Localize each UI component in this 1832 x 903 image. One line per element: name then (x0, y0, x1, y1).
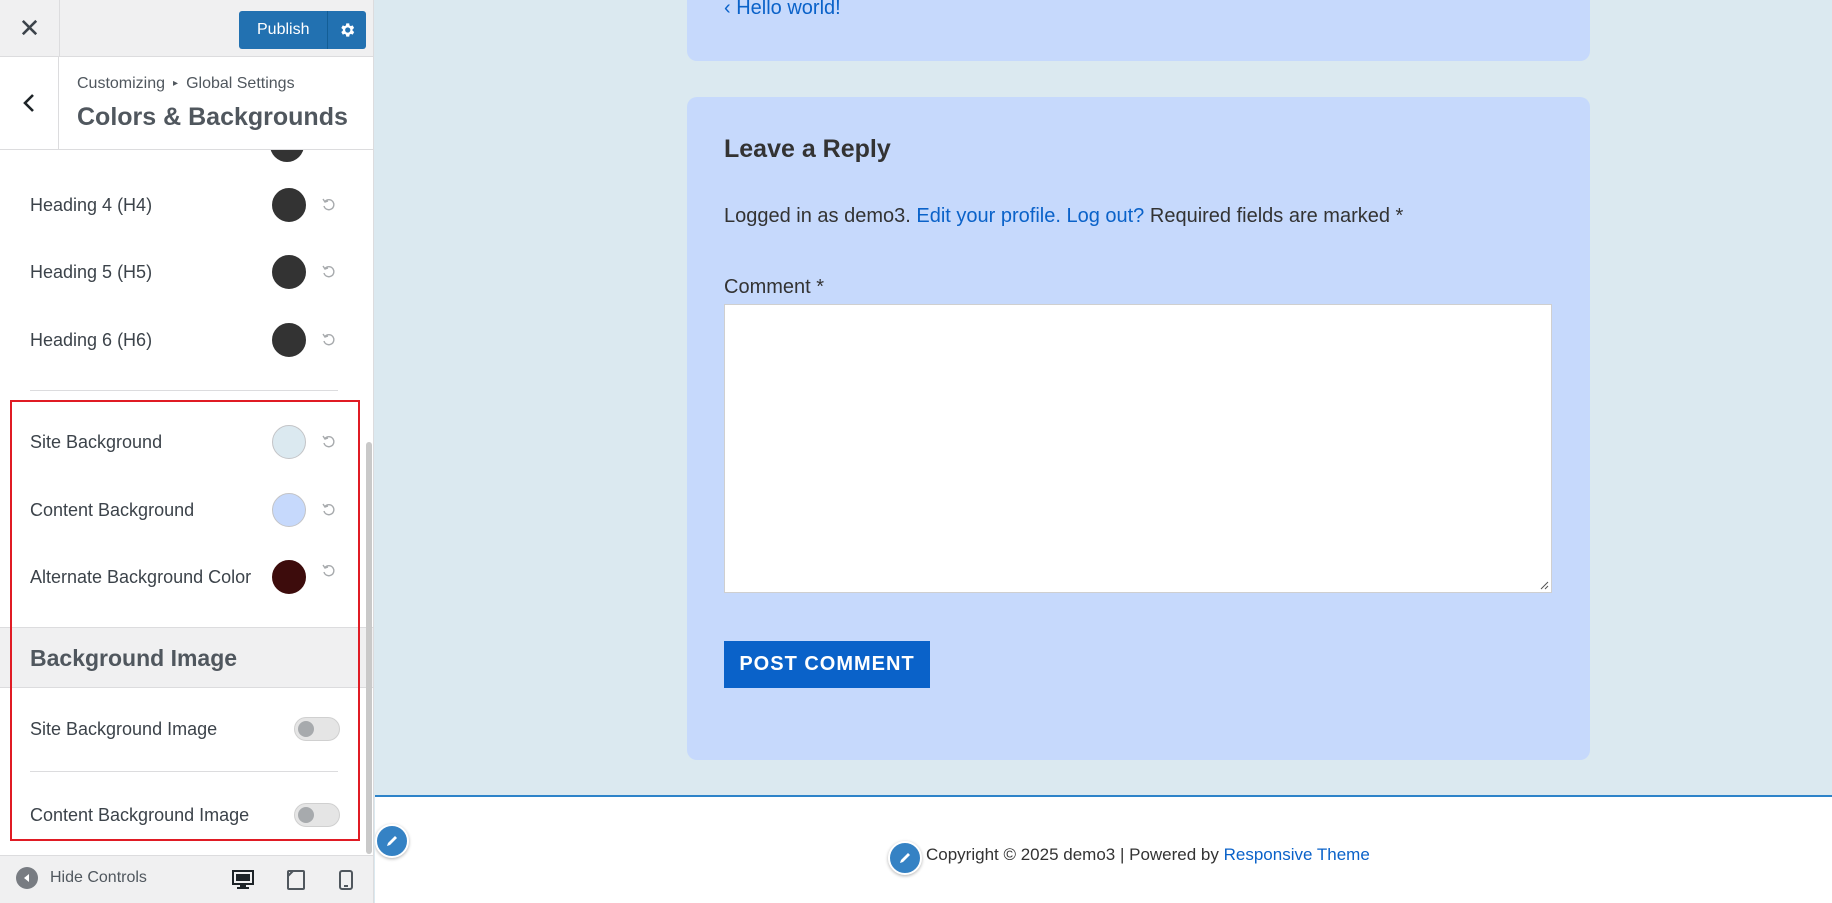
logged-in-note: Logged in as demo3. Edit your profile. L… (724, 205, 1403, 228)
color-swatch[interactable] (272, 255, 306, 289)
breadcrumb-root: Customizing (77, 75, 166, 92)
customizer-footer: Hide Controls (0, 855, 373, 903)
reply-title: Leave a Reply (724, 135, 891, 163)
close-button[interactable]: ✕ (0, 0, 60, 57)
gear-icon (341, 23, 355, 37)
tablet-icon (287, 870, 305, 890)
arrow-left-circle-icon (16, 867, 38, 889)
color-swatch-partial[interactable] (270, 150, 304, 162)
comment-form-card: Leave a Reply Logged in as demo3. Edit y… (687, 97, 1590, 760)
theme-link[interactable]: Responsive Theme (1224, 845, 1370, 864)
color-swatch[interactable] (272, 188, 306, 222)
reset-color-button[interactable] (318, 329, 340, 351)
post-comment-button[interactable]: POST COMMENT (724, 641, 930, 688)
hide-controls-button[interactable]: Hide Controls (16, 867, 147, 889)
comment-textarea[interactable] (724, 304, 1552, 593)
section-title: Colors & Backgrounds (77, 103, 348, 131)
undo-icon (322, 265, 335, 278)
color-row-heading-5: Heading 5 (H5) (30, 252, 340, 292)
resize-grip-icon[interactable] (1539, 580, 1549, 590)
color-label: Heading 5 (H5) (30, 261, 153, 282)
reset-color-button[interactable] (318, 194, 340, 216)
copyright-label: Copyright © 2025 demo3 | Powered by (926, 845, 1219, 864)
desktop-icon (232, 870, 254, 889)
highlight-box (10, 400, 360, 841)
site-preview: ‹ Hello world! Leave a Reply Logged in a… (375, 0, 1832, 903)
edit-shortcut-button[interactable] (375, 824, 409, 858)
back-button[interactable] (0, 57, 59, 149)
desktop-preview-button[interactable] (231, 868, 255, 892)
color-label: Heading 4 (H4) (30, 194, 153, 215)
edit-shortcut-button[interactable] (888, 841, 922, 875)
section-header: Customizing ▸ Global Settings Colors & Bac… (0, 57, 373, 150)
previous-post-link[interactable]: ‹ Hello world! (724, 0, 841, 20)
copyright-text: Copyright © 2025 demo3 | Powered by Resp… (926, 845, 1370, 865)
mobile-preview-button[interactable] (334, 868, 358, 892)
color-row-heading-4: Heading 4 (H4) (30, 185, 340, 225)
logged-in-text: Logged in as demo3. (724, 205, 911, 227)
breadcrumb-parent: Global Settings (186, 75, 295, 92)
tablet-preview-button[interactable] (284, 868, 308, 892)
breadcrumb-separator: ▸ (173, 78, 179, 89)
breadcrumb: Customizing ▸ Global Settings (77, 75, 295, 93)
pencil-icon (900, 853, 910, 863)
color-label: Heading 6 (H6) (30, 329, 153, 350)
pencil-icon (387, 836, 397, 846)
post-navigation-card: ‹ Hello world! (687, 0, 1590, 61)
required-note: Required fields are marked * (1149, 205, 1404, 227)
chevron-left-icon (23, 94, 34, 112)
customizer-topbar: ✕ Publish (0, 0, 373, 57)
hide-controls-label: Hide Controls (50, 869, 147, 886)
close-icon: ✕ (18, 13, 41, 43)
log-out-link[interactable]: Log out? (1066, 205, 1144, 227)
reset-color-button[interactable] (318, 261, 340, 283)
divider (30, 390, 338, 391)
publish-group: Publish (239, 11, 367, 49)
comment-label: Comment * (724, 276, 825, 298)
color-swatch[interactable] (272, 323, 306, 357)
undo-icon (322, 198, 335, 211)
panel-scrollbar[interactable] (366, 442, 372, 854)
publish-button[interactable]: Publish (239, 11, 329, 49)
color-row-heading-6: Heading 6 (H6) (30, 320, 340, 360)
customizer-sidebar: ✕ Publish Customizing ▸ Global Settings Co… (0, 0, 374, 903)
mobile-icon (339, 870, 353, 890)
publish-settings-button[interactable] (328, 11, 367, 49)
site-footer: Copyright © 2025 demo3 | Powered by Resp… (375, 795, 1832, 903)
undo-icon (322, 333, 335, 346)
edit-profile-link[interactable]: Edit your profile. (916, 205, 1061, 227)
